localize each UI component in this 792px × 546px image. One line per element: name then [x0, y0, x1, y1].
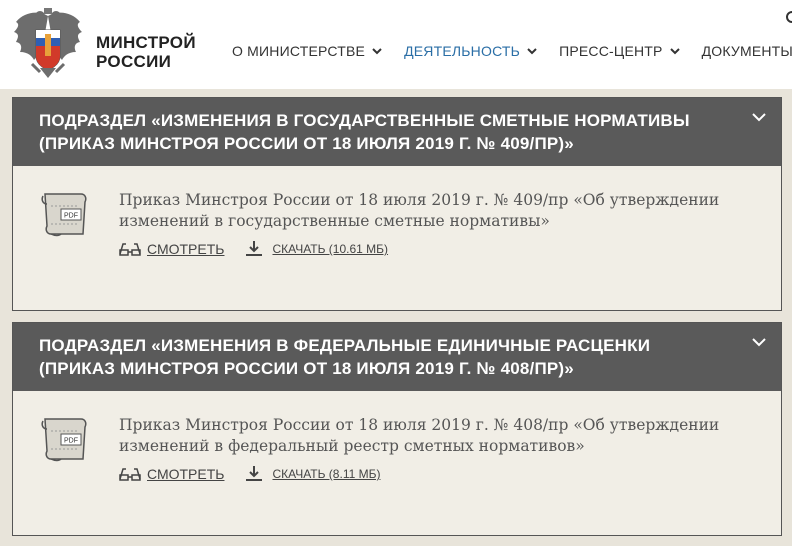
download-icon — [246, 466, 263, 481]
nav-item-label: ДЕЯТЕЛЬНОСТЬ — [404, 43, 521, 59]
glasses-icon — [119, 468, 141, 481]
view-link[interactable]: СМОТРЕТЬ — [119, 466, 224, 482]
main-nav: О МИНИСТЕРСТВЕ ДЕЯТЕЛЬНОСТЬ ПРЕСС-ЦЕНТР … — [232, 43, 792, 59]
nav-item-label: О МИНИСТЕРСТВЕ — [232, 43, 366, 59]
search-icon[interactable] — [782, 10, 792, 28]
nav-item-about[interactable]: О МИНИСТЕРСТВЕ — [232, 43, 382, 59]
document-actions: СМОТРЕТЬ СКАЧАТЬ (8.11 МБ) — [119, 465, 380, 483]
chevron-down-icon[interactable] — [751, 112, 767, 122]
pdf-label: PDF — [64, 438, 78, 445]
download-link[interactable]: СКАЧАТЬ (10.61 МБ) — [244, 240, 388, 258]
view-label: СМОТРЕТЬ — [147, 466, 225, 482]
pdf-label: PDF — [64, 213, 78, 220]
panel-header[interactable]: ПОДРАЗДЕЛ «ИЗМЕНЕНИЯ В ФЕДЕРАЛЬНЫЕ ЕДИНИ… — [13, 323, 781, 391]
download-label: СКАЧАТЬ (10.61 МБ) — [272, 242, 389, 256]
brand-name[interactable]: МИНСТРОЙ РОССИИ — [96, 33, 196, 71]
document-panel: ПОДРАЗДЕЛ «ИЗМЕНЕНИЯ В ГОСУДАРСТВЕННЫЕ С… — [12, 97, 782, 311]
pdf-scroll-icon: PDF — [41, 418, 87, 462]
nav-item-activity[interactable]: ДЕЯТЕЛЬНОСТЬ — [404, 43, 537, 59]
content-area: ПОДРАЗДЕЛ «ИЗМЕНЕНИЯ В ГОСУДАРСТВЕННЫЕ С… — [0, 89, 792, 546]
document-title: Приказ Минстроя России от 18 июля 2019 г… — [119, 191, 720, 230]
chevron-down-icon — [372, 48, 382, 55]
nav-item-documents[interactable]: ДОКУМЕНТЫ — [702, 43, 792, 59]
brand-line-2: РОССИИ — [96, 52, 172, 71]
nav-item-press[interactable]: ПРЕСС-ЦЕНТР — [559, 43, 680, 59]
chevron-down-icon — [527, 48, 537, 55]
glasses-icon — [119, 243, 141, 256]
download-link[interactable]: СКАЧАТЬ (8.11 МБ) — [244, 465, 380, 483]
download-icon — [246, 241, 263, 256]
view-link[interactable]: СМОТРЕТЬ — [119, 241, 224, 257]
panel-title: ПОДРАЗДЕЛ «ИЗМЕНЕНИЯ В ГОСУДАРСТВЕННЫЕ С… — [39, 111, 690, 153]
document-panel: ПОДРАЗДЕЛ «ИЗМЕНЕНИЯ В ФЕДЕРАЛЬНЫЕ ЕДИНИ… — [12, 322, 782, 536]
brand-line-1: МИНСТРОЙ — [96, 33, 196, 52]
document-title: Приказ Минстроя России от 18 июля 2019 г… — [119, 416, 720, 455]
pdf-scroll-icon: PDF — [41, 193, 87, 237]
document-actions: СМОТРЕТЬ СКАЧАТЬ (10.61 МБ) — [119, 240, 388, 258]
coat-of-arms-icon[interactable] — [12, 6, 84, 82]
chevron-down-icon[interactable] — [751, 337, 767, 347]
panel-header[interactable]: ПОДРАЗДЕЛ «ИЗМЕНЕНИЯ В ГОСУДАРСТВЕННЫЕ С… — [13, 98, 781, 166]
download-label: СКАЧАТЬ (8.11 МБ) — [272, 467, 381, 481]
chevron-down-icon — [669, 48, 680, 55]
nav-item-label: ПРЕСС-ЦЕНТР — [559, 43, 663, 59]
site-header: МИНСТРОЙ РОССИИ О МИНИСТЕРСТВЕ ДЕЯТЕЛЬНО… — [0, 0, 792, 89]
panel-title: ПОДРАЗДЕЛ «ИЗМЕНЕНИЯ В ФЕДЕРАЛЬНЫЕ ЕДИНИ… — [39, 336, 651, 378]
nav-item-label: ДОКУМЕНТЫ — [701, 43, 792, 59]
view-label: СМОТРЕТЬ — [147, 241, 225, 257]
